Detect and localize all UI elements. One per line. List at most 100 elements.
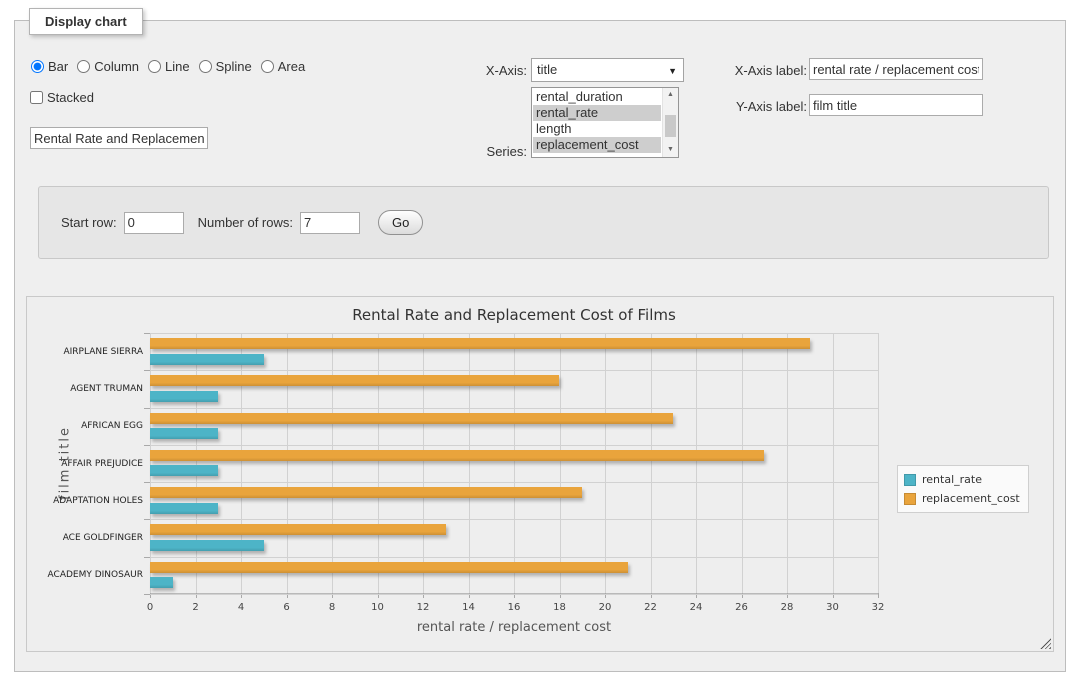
scroll-up-icon[interactable]: ▲: [663, 88, 678, 102]
legend-swatch: [904, 493, 916, 505]
bar-replacement_cost: [150, 413, 673, 424]
bar-replacement_cost: [150, 375, 559, 386]
chart-type-radio-line[interactable]: [148, 60, 161, 73]
x-tick-label: 30: [826, 602, 839, 613]
legend-label: rental_rate: [922, 473, 982, 486]
row-controls-bar: Start row: Number of rows: Go: [38, 186, 1049, 259]
bar-replacement_cost: [150, 338, 810, 349]
x-tick-label: 0: [147, 602, 153, 613]
x-axis-select[interactable]: title ▼: [531, 58, 684, 82]
resize-handle-icon[interactable]: [1040, 638, 1051, 649]
stacked-label: Stacked: [47, 90, 94, 105]
series-option-length[interactable]: length: [533, 121, 661, 137]
start-row-label: Start row:: [61, 215, 117, 230]
chart-type-option-area[interactable]: Area: [261, 59, 305, 74]
category-label: ADAPTATION HOLES: [27, 495, 143, 507]
y-axis-label-input[interactable]: [809, 94, 983, 116]
x-axis-selected-value: title: [537, 62, 557, 77]
scrollbar-thumb[interactable]: [665, 115, 676, 137]
stacked-checkbox-row[interactable]: Stacked: [30, 90, 94, 105]
chart-category-labels: AIRPLANE SIERRAAGENT TRUMANAFRICAN EGGAF…: [27, 333, 143, 594]
scroll-down-icon[interactable]: ▼: [663, 143, 678, 157]
y-tick-mark: [144, 445, 150, 446]
y-tick-mark: [144, 333, 150, 334]
display-chart-panel: Display chart BarColumnLineSplineArea St…: [14, 20, 1066, 672]
num-rows-input[interactable]: [300, 212, 360, 234]
gridline-vertical: [469, 333, 470, 593]
gridline-vertical: [423, 333, 424, 593]
gridline-vertical: [696, 333, 697, 593]
legend-label: replacement_cost: [922, 492, 1020, 505]
gridline-vertical: [196, 333, 197, 593]
category-label: ACE GOLDFINGER: [27, 532, 143, 544]
x-axis-label-input[interactable]: [809, 58, 983, 80]
gridline-horizontal: [150, 519, 878, 520]
chart-type-radio-spline[interactable]: [199, 60, 212, 73]
x-tick-label: 8: [329, 602, 335, 613]
gridline-vertical: [150, 333, 151, 593]
gridline-vertical: [560, 333, 561, 593]
bar-rental_rate: [150, 540, 264, 551]
chart-title-input[interactable]: [30, 127, 208, 149]
legend-item-replacement_cost[interactable]: replacement_cost: [904, 489, 1020, 508]
legend-swatch: [904, 474, 916, 486]
chart-type-option-spline[interactable]: Spline: [199, 59, 252, 74]
x-tick-label: 16: [508, 602, 521, 613]
x-tick-label: 12: [417, 602, 430, 613]
x-tick-mark: [878, 593, 879, 598]
gridline-vertical: [651, 333, 652, 593]
go-button[interactable]: Go: [378, 210, 423, 235]
x-axis-label-label: X-Axis label:: [691, 63, 807, 78]
gridline-vertical: [378, 333, 379, 593]
gridline-horizontal: [150, 445, 878, 446]
gridline-vertical: [605, 333, 606, 593]
bar-rental_rate: [150, 465, 218, 476]
plot-area: [150, 333, 878, 594]
bar-rental_rate: [150, 354, 264, 365]
chart-type-label: Area: [278, 59, 305, 74]
series-option-rental_duration[interactable]: rental_duration: [533, 89, 661, 105]
chart-type-option-bar[interactable]: Bar: [31, 59, 68, 74]
y-axis-label-label: Y-Axis label:: [691, 99, 807, 114]
y-tick-mark: [144, 594, 150, 595]
gridline-vertical: [833, 333, 834, 593]
bar-replacement_cost: [150, 450, 764, 461]
gridline-vertical: [287, 333, 288, 593]
gridline-horizontal: [150, 408, 878, 409]
series-options: rental_durationrental_ratelengthreplacem…: [533, 89, 661, 153]
category-label: AFFAIR PREJUDICE: [27, 458, 143, 470]
bar-replacement_cost: [150, 487, 582, 498]
y-tick-mark: [144, 482, 150, 483]
start-row-input[interactable]: [124, 212, 184, 234]
category-label: AGENT TRUMAN: [27, 383, 143, 395]
chart-type-radios: Bar Column Line Spline Area: [31, 59, 314, 76]
gridline-vertical: [787, 333, 788, 593]
x-tick-label: 22: [644, 602, 657, 613]
bar-rental_rate: [150, 577, 173, 588]
gridline-horizontal: [150, 594, 878, 595]
chart-type-radio-column[interactable]: [77, 60, 90, 73]
x-axis-select-label: X-Axis:: [437, 63, 527, 78]
bar-rental_rate: [150, 391, 218, 402]
x-tick-label: 24: [690, 602, 703, 613]
series-option-replacement_cost[interactable]: replacement_cost: [533, 137, 661, 153]
category-label: AFRICAN EGG: [27, 420, 143, 432]
stacked-checkbox[interactable]: [30, 91, 43, 104]
chart-type-radio-area[interactable]: [261, 60, 274, 73]
chart-title: Rental Rate and Replacement Cost of Film…: [150, 306, 878, 324]
series-scrollbar[interactable]: ▲ ▼: [662, 88, 678, 157]
chart-type-option-line[interactable]: Line: [148, 59, 190, 74]
series-option-rental_rate[interactable]: rental_rate: [533, 105, 661, 121]
chart-type-label: Line: [165, 59, 190, 74]
legend-item-rental_rate[interactable]: rental_rate: [904, 470, 1020, 489]
chart-type-label: Spline: [216, 59, 252, 74]
series-listbox[interactable]: rental_durationrental_ratelengthreplacem…: [531, 87, 679, 158]
y-tick-mark: [144, 370, 150, 371]
gridline-vertical: [241, 333, 242, 593]
chart-container: Rental Rate and Replacement Cost of Film…: [26, 296, 1054, 652]
x-tick-label: 10: [371, 602, 384, 613]
y-tick-mark: [144, 557, 150, 558]
chevron-down-icon: ▼: [668, 60, 677, 82]
chart-type-radio-bar[interactable]: [31, 60, 44, 73]
chart-type-option-column[interactable]: Column: [77, 59, 139, 74]
